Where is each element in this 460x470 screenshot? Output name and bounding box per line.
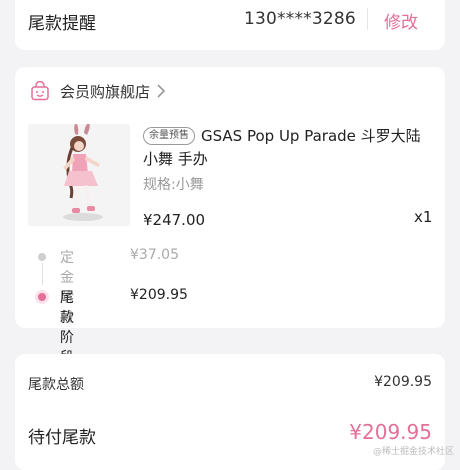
chevron-right-icon bbox=[157, 84, 166, 98]
stage-dot bbox=[38, 253, 46, 261]
order-card: 会员购旗舰店 余量预售 GSAS Pop Up Parade 斗罗大陆 小舞 手… bbox=[15, 67, 445, 366]
watermark: @稀土掘金技术社区 bbox=[372, 447, 454, 457]
edit-phone-button[interactable]: 修改 bbox=[384, 8, 418, 33]
shopping-bag-icon bbox=[31, 81, 49, 101]
reminder-phone: 130****3286 bbox=[244, 9, 356, 29]
divider bbox=[367, 8, 368, 30]
stage-dot-active bbox=[38, 293, 46, 301]
total-label: 尾款总额 bbox=[28, 377, 84, 393]
product-quantity: x1 bbox=[414, 208, 433, 226]
product-spec: 规格:小舞 bbox=[143, 177, 204, 193]
due-label: 待付尾款 bbox=[28, 428, 96, 448]
due-value: ¥209.95 bbox=[349, 420, 432, 444]
store-link[interactable]: 会员购旗舰店 bbox=[30, 78, 166, 104]
figure-illustration bbox=[28, 124, 130, 226]
store-name: 会员购旗舰店 bbox=[60, 82, 151, 101]
stage-connector bbox=[42, 263, 43, 285]
reminder-label: 尾款提醒 bbox=[28, 14, 96, 34]
stage-amount: ¥209.95 bbox=[130, 287, 188, 303]
product-price: ¥247.00 bbox=[143, 211, 206, 229]
total-value: ¥209.95 bbox=[374, 374, 432, 390]
product-image[interactable] bbox=[28, 124, 130, 226]
reminder-card: 尾款提醒 130****3286 修改 bbox=[15, 0, 445, 50]
product-title[interactable]: GSAS Pop Up Parade 斗罗大陆 小舞 手办 bbox=[143, 125, 438, 171]
stage-amount: ¥37.05 bbox=[130, 247, 179, 263]
